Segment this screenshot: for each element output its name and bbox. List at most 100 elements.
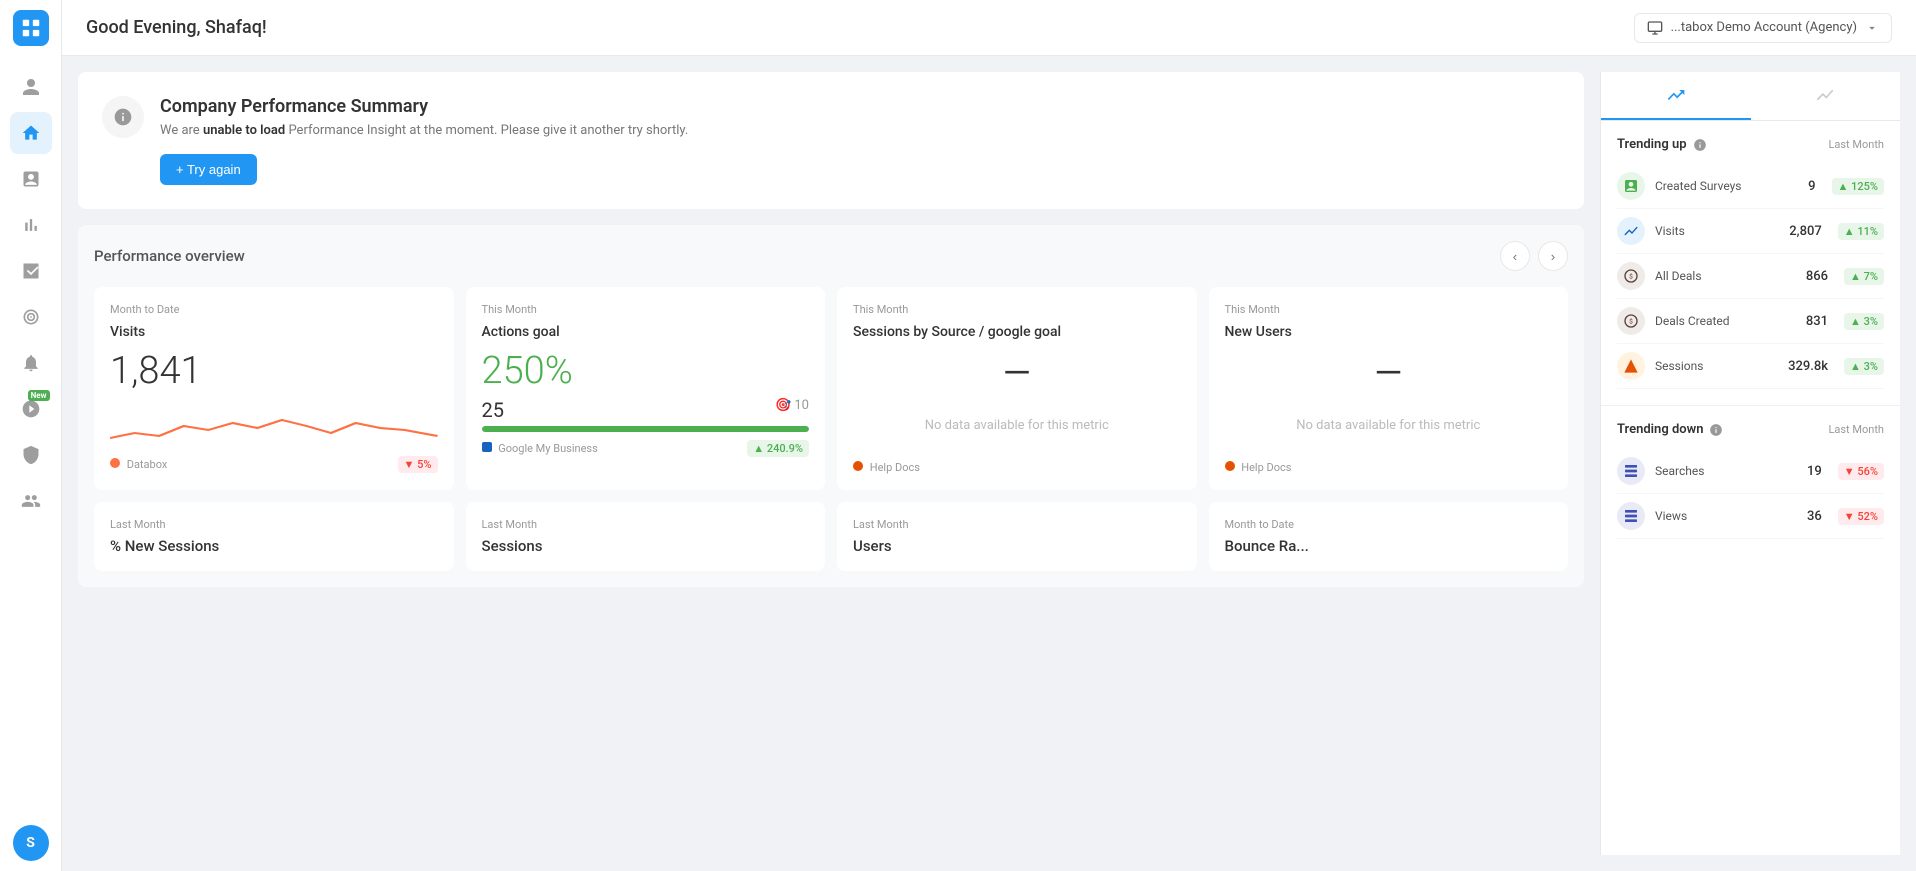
trend-icon-searches [1617, 457, 1645, 485]
perf-prev-button[interactable]: ‹ [1500, 241, 1530, 271]
perf-title: Performance overview [94, 247, 245, 265]
metric-footer: Google My Business ▲ 240.9% [482, 440, 810, 457]
try-again-button[interactable]: + Try again [160, 154, 257, 185]
trend-value: 36 [1807, 509, 1822, 524]
perf-header: Performance overview ‹ › [94, 241, 1568, 271]
bottom-title: Sessions [482, 537, 810, 555]
trend-badge: ▲ 11% [1838, 223, 1884, 240]
metric-value: 250% [482, 352, 810, 390]
progress-current: 25 [482, 398, 504, 422]
progress-section: 25 🎯 10 [482, 398, 810, 432]
metric-footer: Help Docs [853, 461, 1181, 474]
sidebar-item-goals[interactable] [10, 296, 52, 338]
trend-value: 19 [1807, 464, 1822, 479]
metric-card-sessions: This Month Sessions by Source / google g… [837, 287, 1197, 490]
bottom-cards-grid: Last Month % New Sessions Last Month Ses… [94, 502, 1568, 571]
metric-value: 1,841 [110, 352, 438, 390]
bottom-card-users: Last Month Users [837, 502, 1197, 571]
bottom-card-pct-new-sessions: Last Month % New Sessions [94, 502, 454, 571]
sidebar-item-reports[interactable] [10, 158, 52, 200]
summary-description: We are unable to load Performance Insigh… [160, 123, 688, 138]
trend-value: 866 [1806, 269, 1828, 284]
sidebar-item-people[interactable] [10, 66, 52, 108]
trend-badge: ▲ 3% [1844, 313, 1884, 330]
trend-badge: ▼ 56% [1838, 463, 1884, 480]
metric-card-visits: Month to Date Visits 1,841 Databox [94, 287, 454, 490]
content-area: Company Performance Summary We are unabl… [62, 56, 1916, 871]
metric-source: Help Docs [853, 461, 920, 474]
performance-overview: Performance overview ‹ › Month to Date V… [78, 225, 1584, 587]
trend-item: Searches 19 ▼ 56% [1617, 449, 1884, 494]
logo[interactable] [13, 10, 49, 46]
trend-badge: ▲ 125% [1832, 178, 1884, 195]
bottom-period: Last Month [853, 518, 1181, 531]
trend-icon-all-deals: $ [1617, 262, 1645, 290]
trend-name: All Deals [1655, 269, 1796, 283]
metric-period: This Month [482, 303, 810, 316]
trend-badge: ▼ 52% [1838, 508, 1884, 525]
sidebar-item-metrics[interactable] [10, 204, 52, 246]
sidebar-item-new-feature[interactable]: New [10, 388, 52, 430]
summary-card: Company Performance Summary We are unabl… [78, 72, 1584, 209]
trending-down-section: Trending down Last Month Searches 19 ▼ 5… [1601, 405, 1900, 555]
trend-item: Visits 2,807 ▲ 11% [1617, 209, 1884, 254]
user-avatar[interactable]: S [13, 825, 49, 861]
sidebar: New S [0, 0, 62, 871]
bottom-card-bounce-rate: Month to Date Bounce Ra... [1209, 502, 1569, 571]
metric-period: This Month [1225, 303, 1553, 316]
bottom-period: Last Month [110, 518, 438, 531]
trend-value: 329.8k [1788, 359, 1828, 374]
bottom-title: Users [853, 537, 1181, 555]
trend-name: Sessions [1655, 359, 1778, 373]
right-panel-tabs [1601, 72, 1900, 121]
trend-badge: ▲ 7% [1844, 268, 1884, 285]
trend-icon-visits [1617, 217, 1645, 245]
metric-badge: ▲ 240.9% [747, 440, 809, 457]
metric-title: Sessions by Source / google goal [853, 324, 1181, 340]
metric-title: Visits [110, 324, 438, 340]
bottom-title: Bounce Ra... [1225, 537, 1553, 555]
progress-nums: 25 🎯 10 [482, 398, 810, 422]
trending-up-period: Last Month [1828, 138, 1884, 151]
metric-period: This Month [853, 303, 1181, 316]
account-name: ...tabox Demo Account (Agency) [1671, 20, 1857, 35]
perf-next-button[interactable]: › [1538, 241, 1568, 271]
metric-badge: ▼ 5% [398, 456, 438, 473]
no-data-text: No data available for this metric [1225, 398, 1553, 453]
bottom-period: Month to Date [1225, 518, 1553, 531]
sidebar-item-media[interactable] [10, 250, 52, 292]
metric-card-new-users: This Month New Users — No data available… [1209, 287, 1569, 490]
tab-activity[interactable] [1751, 72, 1901, 120]
summary-icon [102, 96, 144, 138]
tab-trending[interactable] [1601, 72, 1751, 120]
account-selector[interactable]: ...tabox Demo Account (Agency) [1634, 13, 1892, 43]
trend-icon-views [1617, 502, 1645, 530]
right-panel: Trending up Last Month Created Surveys 9… [1600, 72, 1900, 855]
trend-item: $ Deals Created 831 ▲ 3% [1617, 299, 1884, 344]
metric-footer: Databox ▼ 5% [110, 456, 438, 473]
trend-badge: ▲ 3% [1844, 358, 1884, 375]
bottom-title: % New Sessions [110, 537, 438, 555]
summary-title: Company Performance Summary [160, 96, 688, 117]
sidebar-item-home[interactable] [10, 112, 52, 154]
metric-cards-grid: Month to Date Visits 1,841 Databox [94, 287, 1568, 490]
perf-nav: ‹ › [1500, 241, 1568, 271]
trending-up-section: Trending up Last Month Created Surveys 9… [1601, 121, 1900, 405]
svg-text:$: $ [1629, 318, 1633, 326]
trend-icon-deals-created: $ [1617, 307, 1645, 335]
trend-item: Created Surveys 9 ▲ 125% [1617, 164, 1884, 209]
metric-source: Help Docs [1225, 461, 1292, 474]
trend-item: Sessions 329.8k ▲ 3% [1617, 344, 1884, 389]
trend-name: Created Surveys [1655, 179, 1798, 193]
metric-title: Actions goal [482, 324, 810, 340]
metric-title: New Users [1225, 324, 1553, 340]
trend-value: 831 [1806, 314, 1828, 329]
sidebar-item-settings[interactable] [10, 434, 52, 476]
trending-down-header: Trending down Last Month [1617, 422, 1884, 437]
metric-source: Google My Business [482, 442, 598, 455]
sidebar-item-alerts[interactable] [10, 342, 52, 384]
trend-value: 2,807 [1789, 224, 1821, 239]
trending-up-title: Trending up [1617, 137, 1707, 152]
trend-name: Visits [1655, 224, 1779, 238]
sidebar-item-team[interactable] [10, 480, 52, 522]
